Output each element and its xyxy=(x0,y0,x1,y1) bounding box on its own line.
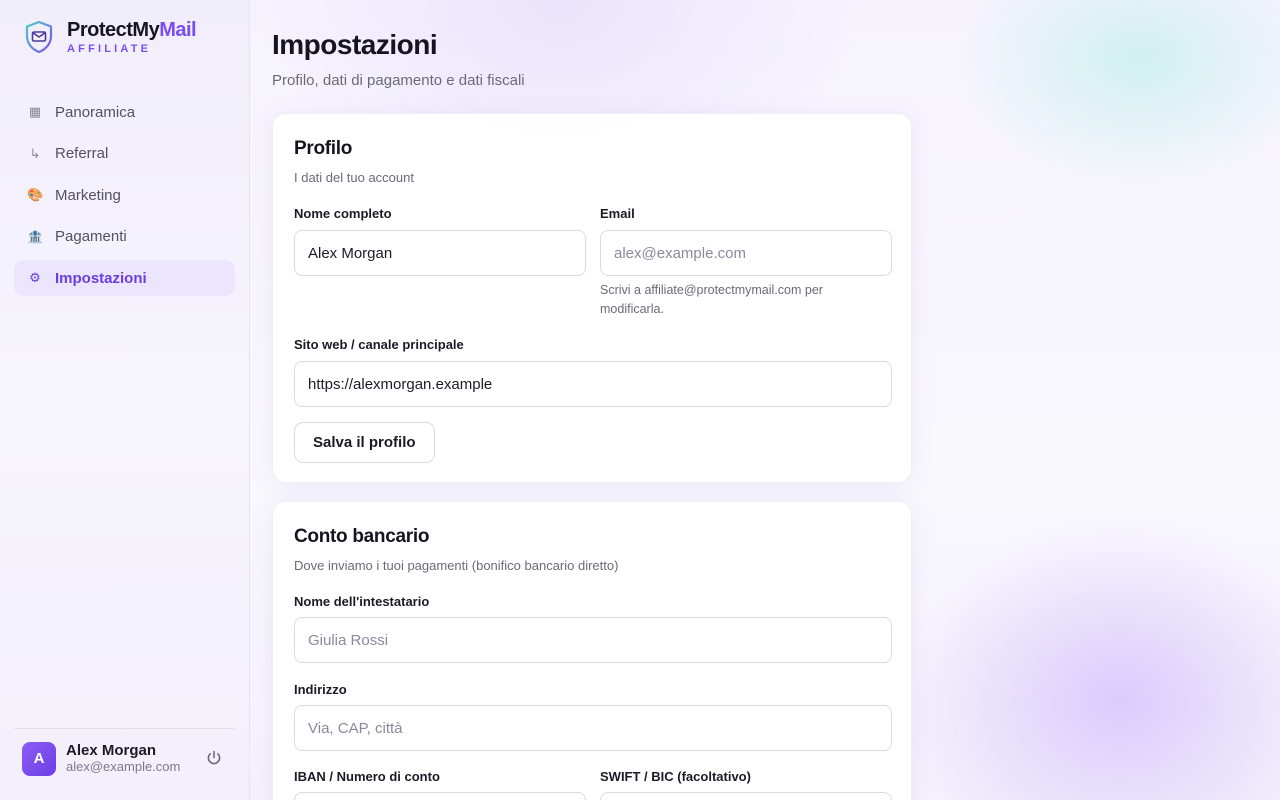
sidebar-item-panoramica[interactable]: ▦ Panoramica xyxy=(14,94,235,130)
email-label: Email xyxy=(600,206,635,221)
bank-icon: 🏦 xyxy=(27,228,44,244)
swift-input[interactable] xyxy=(600,792,892,800)
card-subtitle: Dove inviamo i tuoi pagamenti (bonifico … xyxy=(294,558,619,573)
palette-icon: 🎨 xyxy=(27,187,44,203)
user-name: Alex Morgan xyxy=(66,742,157,760)
swift-label: SWIFT / BIC (facoltativo) xyxy=(600,769,751,784)
user-email: alex@example.com xyxy=(66,758,181,774)
profile-card: Profilo I dati del tuo account Nome comp… xyxy=(272,113,912,483)
account-holder-input[interactable] xyxy=(294,617,892,663)
sidebar-item-label: Panoramica xyxy=(55,103,136,121)
brand-name: ProtectMyMail xyxy=(67,19,197,41)
grid-icon: ▦ xyxy=(28,104,42,119)
shield-mail-icon xyxy=(25,20,53,54)
address-label: Indirizzo xyxy=(294,682,347,697)
fullname-label: Nome completo xyxy=(294,206,392,221)
card-title: Conto bancario xyxy=(294,526,430,547)
sidebar-item-impostazioni[interactable]: ⚙ Impostazioni xyxy=(14,260,235,297)
card-subtitle: I dati del tuo account xyxy=(294,170,414,185)
save-profile-button[interactable]: Salva il profilo xyxy=(294,422,435,463)
brand-subtitle: AFFILIATE xyxy=(67,43,152,55)
address-input[interactable] xyxy=(294,705,892,751)
page-subtitle: Profilo, dati di pagamento e dati fiscal… xyxy=(272,72,525,89)
sidebar-item-label: Pagamenti xyxy=(55,228,127,246)
sidebar: ProtectMyMail AFFILIATE ▦ Panoramica ↳ R… xyxy=(0,0,250,800)
email-hint: Scrivi a affiliate@protectmymail.com per… xyxy=(600,283,823,316)
card-title: Profilo xyxy=(294,138,353,159)
iban-label: IBAN / Numero di conto xyxy=(294,769,440,784)
website-label: Sito web / canale principale xyxy=(294,337,464,352)
sidebar-item-label: Referral xyxy=(55,145,109,163)
sidebar-item-referral[interactable]: ↳ Referral xyxy=(14,136,235,172)
sidebar-item-label: Impostazioni xyxy=(55,269,147,287)
email-field[interactable] xyxy=(600,230,892,276)
arrow-return-icon: ↳ xyxy=(29,145,41,161)
sidebar-item-pagamenti[interactable]: 🏦 Pagamenti xyxy=(14,219,235,255)
sidebar-item-label: Marketing xyxy=(55,186,121,204)
brand[interactable]: ProtectMyMail AFFILIATE xyxy=(24,19,197,55)
sidebar-nav: ▦ Panoramica ↳ Referral 🎨 Marketing 🏦 Pa… xyxy=(14,94,235,302)
sidebar-item-marketing[interactable]: 🎨 Marketing xyxy=(14,177,235,213)
user-profile: A Alex Morgan alex@example.com xyxy=(14,728,235,788)
fullname-input[interactable] xyxy=(294,230,586,276)
account-holder-label: Nome dell'intestatario xyxy=(294,594,430,609)
avatar[interactable]: A xyxy=(22,741,56,776)
bank-account-card: Conto bancario Dove inviamo i tuoi pagam… xyxy=(272,501,912,800)
gear-icon: ⚙ xyxy=(29,270,41,286)
page-title: Impostazioni xyxy=(272,29,438,60)
power-icon[interactable] xyxy=(205,749,223,767)
website-input[interactable] xyxy=(294,361,892,407)
iban-input[interactable] xyxy=(294,792,586,800)
